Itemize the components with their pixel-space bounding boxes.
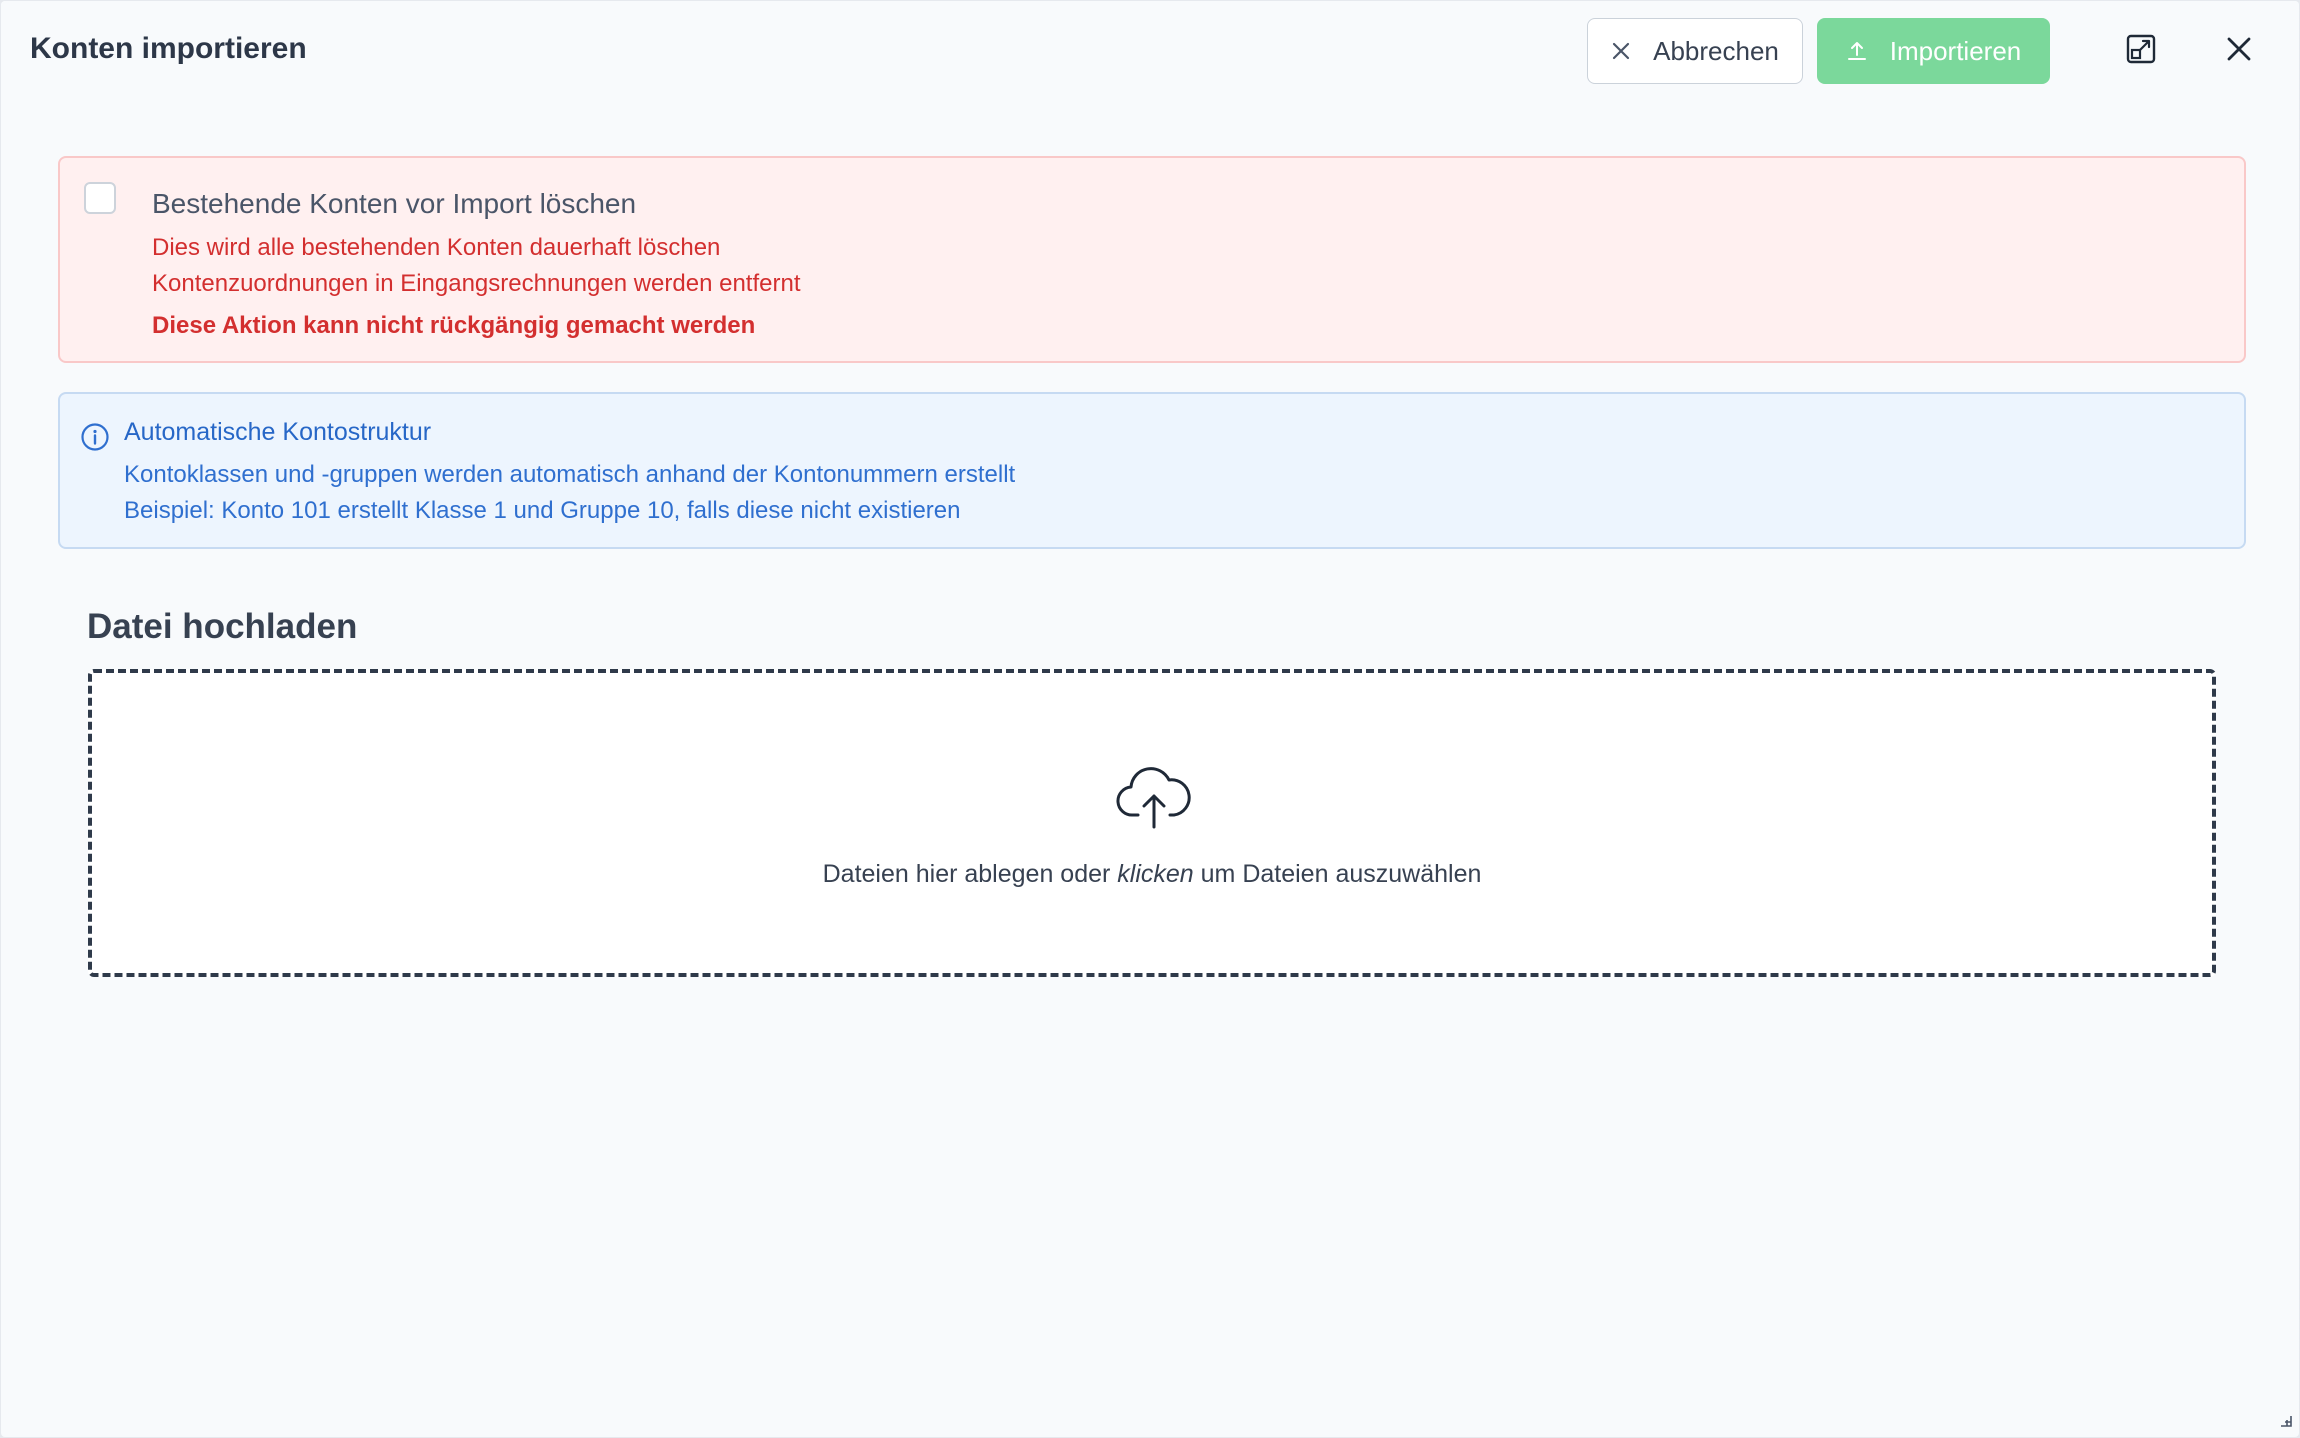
upload-icon (1846, 40, 1868, 62)
info-line-1: Kontoklassen und -gruppen werden automat… (124, 461, 1016, 488)
dialog-title: Konten importieren (30, 32, 307, 65)
cloud-upload-icon (1116, 765, 1192, 836)
danger-warning-line-1: Dies wird alle bestehenden Konten dauerh… (152, 234, 721, 261)
cancel-button[interactable]: Abbrechen (1587, 18, 1803, 84)
danger-warning-line-2: Kontenzuordnungen in Eingangsrechnungen … (152, 270, 801, 297)
account-structure-info-panel: Automatische Kontostruktur Kontoklassen … (58, 392, 2246, 549)
info-icon (80, 422, 110, 457)
close-icon (1611, 41, 1631, 61)
import-button-label: Importieren (1889, 35, 2022, 66)
info-line-2: Beispiel: Konto 101 erstellt Klasse 1 un… (124, 497, 961, 524)
upload-section-title: Datei hochladen (87, 607, 358, 646)
delete-existing-checkbox[interactable] (84, 182, 116, 214)
dropzone-click-emphasis: klicken (1117, 860, 1194, 888)
expand-icon (2125, 33, 2157, 70)
dropzone-instructions: Dateien hier ablegen oder klicken um Dat… (92, 860, 2212, 889)
delete-existing-label: Bestehende Konten vor Import löschen (152, 188, 637, 219)
dropzone-text-after: um Dateien auszuwählen (1193, 860, 1482, 888)
delete-existing-panel: Bestehende Konten vor Import löschen Die… (58, 156, 2246, 363)
close-dialog-button[interactable] (2216, 28, 2262, 74)
dropzone-text-before: Dateien hier ablegen oder (822, 860, 1118, 888)
danger-warning-line-3: Diese Aktion kann nicht rückgängig gemac… (152, 312, 756, 339)
import-button[interactable]: Importieren (1817, 18, 2050, 84)
info-title: Automatische Kontostruktur (124, 418, 432, 446)
resize-handle-icon[interactable] (2277, 1412, 2293, 1433)
dialog-header: Konten importieren Abbrechen Importieren (1, 1, 2299, 101)
import-dialog: Konten importieren Abbrechen Importieren (1, 1, 2299, 1437)
maximize-button[interactable] (2118, 28, 2164, 74)
file-dropzone[interactable]: Dateien hier ablegen oder klicken um Dat… (88, 669, 2216, 977)
cancel-button-label: Abbrechen (1653, 35, 1779, 66)
close-icon (2225, 35, 2253, 68)
